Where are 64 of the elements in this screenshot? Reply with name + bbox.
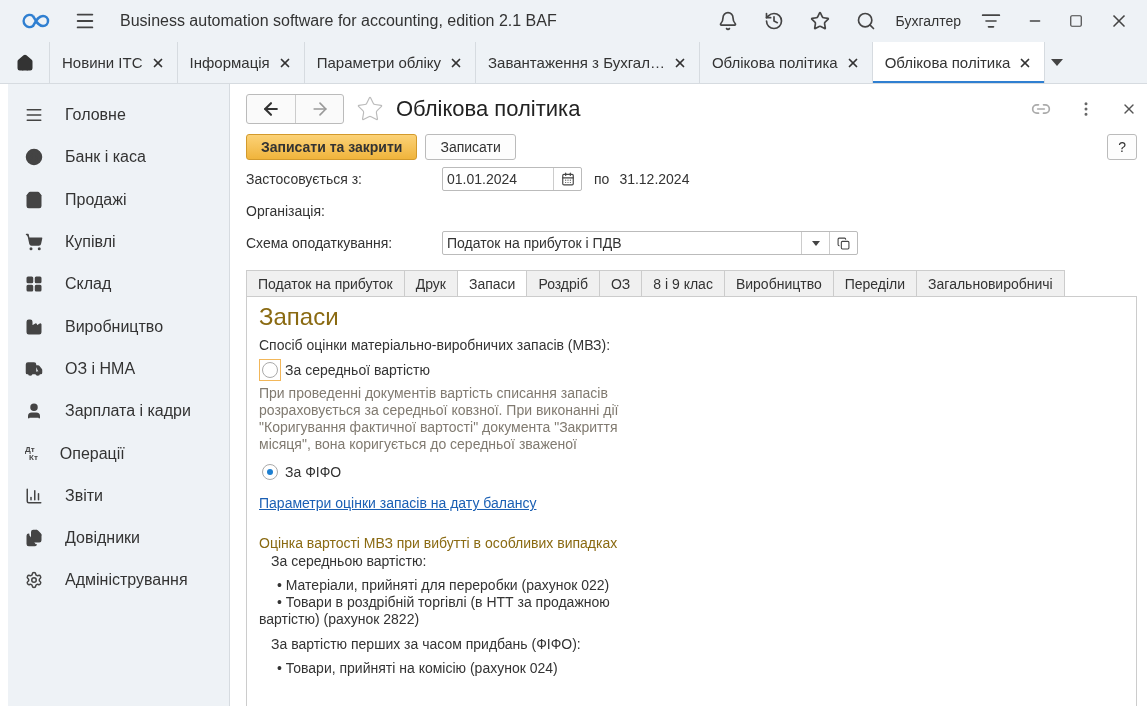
sidebar-item[interactable]: Зарплата і кадри [8, 390, 229, 433]
subsection-heading: Оцінка вартості МВЗ при вибутті в особливих випадках [259, 535, 619, 551]
tax-scheme-field[interactable]: Податок на прибуток і ПДВ [442, 231, 858, 255]
sidebar-item[interactable]: Склад [8, 263, 229, 306]
section-tab[interactable]: Податок на прибуток [246, 270, 405, 297]
cart-icon [25, 233, 43, 252]
section-tab[interactable]: Роздріб [526, 270, 600, 297]
sidebar-item[interactable]: Звіти [8, 474, 229, 517]
truck-icon [25, 359, 43, 378]
section-tab[interactable]: Загальновиробничі [916, 270, 1065, 297]
factory-icon [25, 317, 43, 336]
grid-icon [25, 275, 43, 294]
save-and-close-button[interactable]: Записати та закрити [246, 134, 418, 160]
sidebar-item[interactable]: Продажі [8, 178, 229, 221]
help-button[interactable]: ? [1107, 134, 1137, 160]
open-tab[interactable]: Облікова політика [872, 42, 1046, 83]
radio-label[interactable]: За ФІФО [285, 464, 342, 480]
settings-icon [25, 571, 43, 590]
section-tab[interactable]: 8 і 9 клас [641, 270, 725, 297]
maximize-icon[interactable] [1069, 14, 1083, 28]
sidebar-item[interactable]: Головне [8, 94, 229, 137]
field-label: Схема оподаткування: [246, 235, 394, 251]
open-tab[interactable]: Параметри обліку [304, 42, 476, 83]
list-item: • Товари в роздрібній торгівлі (в НТТ за продажною вартістю) (рахунок 2822) [259, 594, 611, 628]
user-name[interactable]: Бухгалтер [895, 13, 961, 29]
field-label: Застосовується з: [246, 171, 363, 187]
valuation-link[interactable]: Параметри оцінки запасів на дату балансу [259, 495, 537, 511]
save-button[interactable]: Записати [425, 134, 516, 160]
open-tab[interactable]: Інформація [177, 42, 305, 83]
star-icon[interactable] [809, 11, 830, 31]
group-title: За вартістю перших за часом придбань (ФІФО): [270, 636, 582, 652]
filter-icon[interactable] [981, 11, 1001, 31]
sidebar-item[interactable]: Дт Кт Операції [8, 432, 229, 475]
sidebar-item[interactable]: Довідники [8, 516, 229, 560]
option-description: При проведенні документів вартість списання запасів розраховується за середньої ковзної. При виконанні дії "Коригування фактичної вартості" документа "Закриття місяця", вона коригується до середньої зваженої [259, 385, 620, 453]
search-icon[interactable] [855, 11, 876, 31]
sidebar-item[interactable]: Адміністрування [8, 559, 229, 602]
open-tab[interactable]: Новини ІТС [50, 42, 178, 83]
sidebar-item[interactable]: Виробництво [8, 305, 229, 348]
bell-icon[interactable] [717, 11, 738, 31]
date-field[interactable]: 01.01.2024 [442, 167, 582, 191]
debit-credit-icon: Дт Кт [25, 445, 38, 462]
section-tab[interactable]: Виробництво [723, 270, 834, 297]
sidebar-item[interactable]: Банк і каса [8, 136, 229, 179]
window-title: Business automation software for accounting, edition 2.1 BAF [120, 12, 558, 30]
favorite-star-icon[interactable] [356, 95, 384, 123]
form-title: Облікова політика [396, 96, 582, 122]
field-label: Організація: [246, 203, 326, 219]
radio-label[interactable]: За середньої вартістю [285, 362, 430, 378]
history-icon[interactable] [763, 11, 784, 31]
sidebar-item[interactable]: ОЗ і НМА [8, 347, 229, 391]
open-tab[interactable]: Завантаження з Бухгал… [476, 42, 700, 83]
section-heading: Запаси [259, 303, 340, 331]
list-item: • Товари, прийняті на комісію (рахунок 024) [276, 660, 559, 677]
open-tab[interactable]: Облікова політика [699, 42, 873, 83]
list-item: • Матеріали, прийняті для переробки (рахунок 022) [276, 577, 611, 594]
end-date: 31.12.2024 [619, 171, 690, 187]
group-title: За середньою вартістю: [270, 553, 428, 569]
radio-button[interactable] [262, 464, 278, 480]
method-label: Спосіб оцінки матеріально-виробничих запасів (МВЗ): [259, 337, 612, 353]
person-icon [25, 402, 43, 421]
bar-chart-icon [25, 486, 43, 505]
sidebar-item[interactable]: Купівлі [8, 220, 229, 264]
field-label: по [594, 171, 610, 187]
